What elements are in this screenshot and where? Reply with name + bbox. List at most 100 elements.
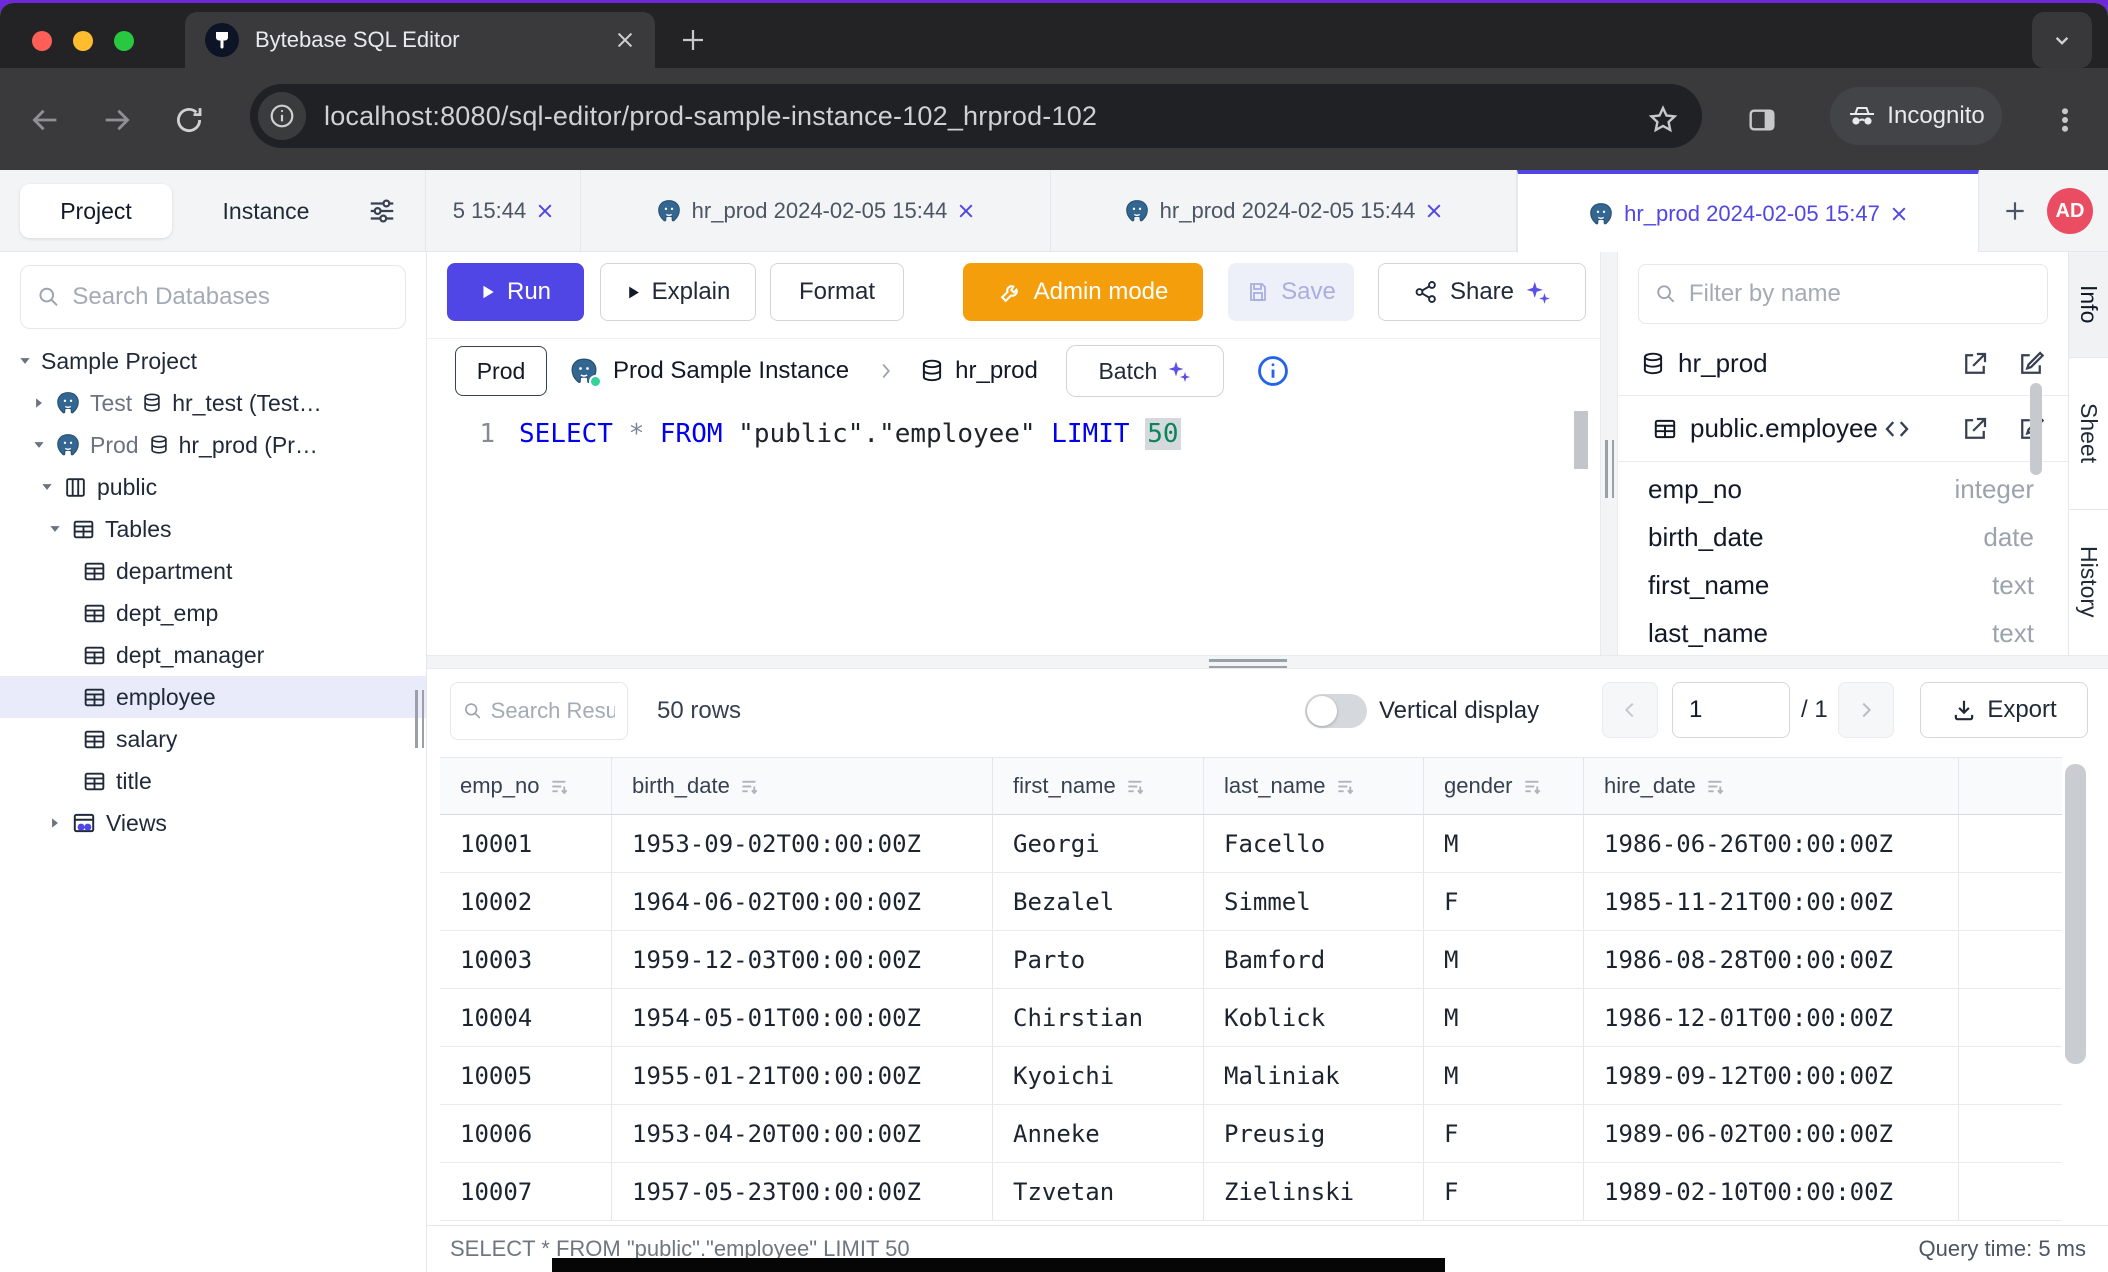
table-row: 100011953-09-02T00:00:00ZGeorgiFacelloM1… xyxy=(440,815,2062,873)
user-avatar[interactable]: AD xyxy=(2047,188,2093,234)
edit-icon[interactable] xyxy=(2016,349,2046,379)
table-icon xyxy=(82,685,107,710)
results-search[interactable] xyxy=(450,682,628,740)
tree-item-hr-prod[interactable]: Prod hr_prod (Pr… xyxy=(0,424,426,466)
panel-splitter-horizontal[interactable] xyxy=(427,655,2108,669)
sql-editor[interactable]: 1SELECT * FROM "public"."employee" LIMIT… xyxy=(427,403,1600,655)
new-worksheet-button[interactable] xyxy=(1993,170,2037,252)
format-button[interactable]: Format xyxy=(770,263,904,321)
column-list-scrollbar[interactable] xyxy=(2030,383,2042,475)
views-icon xyxy=(71,810,97,836)
tree-item-table-salary[interactable]: salary xyxy=(0,718,426,760)
column-header[interactable]: birth_date xyxy=(612,757,993,815)
status-dot xyxy=(589,375,602,388)
tree-item-table-employee-selected[interactable]: employee xyxy=(0,676,426,718)
reload-icon[interactable] xyxy=(172,103,206,137)
table-icon xyxy=(71,517,96,542)
share-button[interactable]: Share xyxy=(1378,263,1586,321)
worksheet-tab-1[interactable]: 5 15:44 xyxy=(427,170,581,252)
close-icon[interactable] xyxy=(957,202,975,220)
close-window-button[interactable] xyxy=(32,31,52,51)
table-icon xyxy=(82,643,107,668)
back-icon[interactable] xyxy=(28,103,62,137)
column-row[interactable]: first_nametext xyxy=(1618,561,2068,609)
run-button[interactable]: Run xyxy=(447,263,584,321)
side-panel-icon[interactable] xyxy=(1745,103,1779,137)
close-icon[interactable] xyxy=(1890,205,1908,223)
address-bar[interactable]: localhost:8080/sql-editor/prod-sample-in… xyxy=(250,84,1702,148)
table-row: 100021964-06-02T00:00:00ZBezalelSimmelF1… xyxy=(440,873,2062,931)
cell: 1989-06-02T00:00:00Z xyxy=(1584,1105,1959,1163)
rail-tab-sheet[interactable]: Sheet xyxy=(2069,358,2108,510)
table-row: 100031959-12-03T00:00:00ZPartoBamfordM19… xyxy=(440,931,2062,989)
tree-item-table-dept-manager[interactable]: dept_manager xyxy=(0,634,426,676)
sparkles-icon xyxy=(1525,279,1551,305)
forward-icon[interactable] xyxy=(100,103,134,137)
results-search-input[interactable] xyxy=(491,698,615,724)
grid-scrollbar[interactable] xyxy=(2065,764,2086,1064)
info-icon[interactable] xyxy=(1256,354,1290,388)
filter-input[interactable] xyxy=(1689,280,2031,308)
save-button[interactable]: Save xyxy=(1228,263,1354,321)
cell: 10005 xyxy=(440,1047,612,1105)
external-link-icon[interactable] xyxy=(1960,349,1990,379)
minimize-window-button[interactable] xyxy=(73,31,93,51)
editor-scrollbar[interactable] xyxy=(1574,411,1588,469)
tree-item-schema-public[interactable]: public xyxy=(0,466,426,508)
tree-item-tables-group[interactable]: Tables xyxy=(0,508,426,550)
filter-box[interactable] xyxy=(1638,264,2048,324)
tree-item-hr-test[interactable]: Test hr_test (Test… xyxy=(0,382,426,424)
code-icon[interactable] xyxy=(1882,414,1912,444)
rail-tab-history[interactable]: History xyxy=(2069,510,2108,654)
tree-item-project[interactable]: Sample Project xyxy=(0,340,426,382)
tree-item-views-group[interactable]: Views xyxy=(0,802,426,844)
admin-mode-button[interactable]: Admin mode xyxy=(963,263,1203,321)
column-row[interactable]: emp_nointeger xyxy=(1618,465,2068,513)
worksheet-tab-2[interactable]: hr_prod 2024-02-05 15:44 xyxy=(581,170,1051,252)
tab-instance[interactable]: Instance xyxy=(196,184,336,238)
tree-item-table-department[interactable]: department xyxy=(0,550,426,592)
column-header[interactable]: emp_no xyxy=(440,757,612,815)
instance-name[interactable]: Prod Sample Instance xyxy=(613,357,849,385)
cell: 1954-05-01T00:00:00Z xyxy=(612,989,993,1047)
batch-button[interactable]: Batch xyxy=(1066,345,1224,397)
database-name[interactable]: hr_prod xyxy=(955,357,1038,385)
close-icon[interactable] xyxy=(536,202,554,220)
external-link-icon[interactable] xyxy=(1960,414,1990,444)
next-page-button[interactable] xyxy=(1838,682,1894,738)
column-header[interactable]: hire_date xyxy=(1584,757,1959,815)
page-number-input[interactable] xyxy=(1672,682,1790,738)
tree-settings-icon[interactable] xyxy=(367,196,397,226)
close-tab-icon[interactable] xyxy=(615,30,635,50)
incognito-badge[interactable]: Incognito xyxy=(1830,87,2002,145)
database-search[interactable] xyxy=(20,265,406,329)
splitter-grip[interactable] xyxy=(1605,440,1614,498)
close-icon[interactable] xyxy=(1425,202,1443,220)
tab-search-chevron-button[interactable] xyxy=(2032,12,2092,68)
splitter-grip[interactable] xyxy=(1209,659,1287,668)
browser-menu-icon[interactable] xyxy=(2048,103,2082,137)
site-info-icon[interactable] xyxy=(258,92,306,140)
column-row[interactable]: last_nametext xyxy=(1618,609,2068,657)
zoom-window-button[interactable] xyxy=(114,31,134,51)
bookmark-star-icon[interactable] xyxy=(1646,103,1680,137)
worksheet-tab-4-active[interactable]: hr_prod 2024-02-05 15:47 xyxy=(1517,170,1979,253)
tree-item-table-dept-emp[interactable]: dept_emp xyxy=(0,592,426,634)
tab-project[interactable]: Project xyxy=(20,184,172,238)
column-row[interactable]: birth_datedate xyxy=(1618,513,2068,561)
column-header[interactable]: last_name xyxy=(1204,757,1424,815)
column-header[interactable]: gender xyxy=(1424,757,1584,815)
vertical-display-toggle[interactable] xyxy=(1305,694,1367,728)
tree-item-table-title[interactable]: title xyxy=(0,760,426,802)
sidebar-resize-handle[interactable] xyxy=(415,690,426,748)
database-search-input[interactable] xyxy=(72,283,389,311)
column-header[interactable]: first_name xyxy=(993,757,1204,815)
panel-splitter-vertical[interactable] xyxy=(1600,252,1618,655)
explain-button[interactable]: Explain xyxy=(600,263,756,321)
export-button[interactable]: Export xyxy=(1920,682,2088,738)
worksheet-tab-3[interactable]: hr_prod 2024-02-05 15:44 xyxy=(1051,170,1517,252)
browser-tab[interactable]: Bytebase SQL Editor xyxy=(185,12,655,68)
prev-page-button[interactable] xyxy=(1602,682,1658,738)
rail-tab-info[interactable]: Info xyxy=(2069,252,2108,358)
new-tab-button[interactable] xyxy=(668,15,718,65)
